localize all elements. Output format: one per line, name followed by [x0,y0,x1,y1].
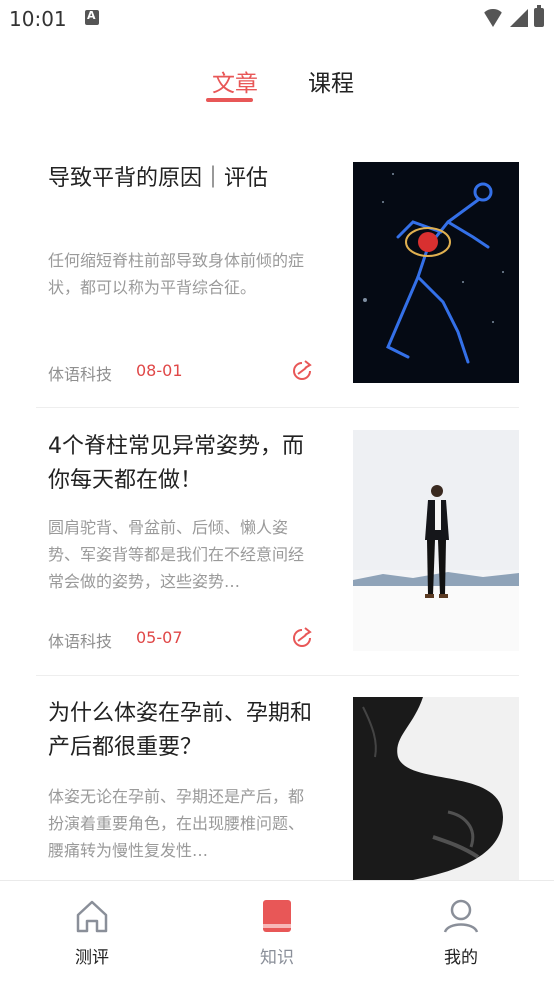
status-bar: 10:01 [0,0,554,38]
article-source: 体语科技 [48,365,113,384]
battery-icon [534,5,544,27]
article-thumbnail [353,430,519,651]
active-tab-indicator [206,98,253,102]
article-title: 4个脊柱常见异常姿势，而你每天都在做！ [48,434,304,493]
nav-label: 知识 [260,948,294,968]
tab-courses[interactable]: 课程 [308,64,354,98]
article-title: 导致平背的原因｜评估 [48,166,269,191]
status-time: 10:01 [9,7,67,31]
content-tabs: 文章 课程 [0,64,554,108]
skeleton-figure-image [353,162,519,383]
article-card[interactable]: 导致平背的原因｜评估 任何缩短脊柱前部导致身体前倾的症状，都可以称为平背综合征。… [36,162,519,408]
bottom-navigation: 测评 知识 我的 [0,880,554,985]
tab-articles[interactable]: 文章 [212,64,258,98]
share-icon[interactable] [290,626,314,650]
article-card[interactable]: 为什么体姿在孕前、孕期和产后都很重要？ 体姿无论在孕前、孕期还是产后，都扮演着重… [36,697,519,880]
article-thumbnail [353,697,519,880]
nav-item-knowledge[interactable]: 知识 [217,881,337,985]
home-icon [76,900,108,933]
nav-label: 测评 [75,948,109,968]
article-date: 08-01 [136,361,183,380]
nav-item-mine[interactable]: 我的 [401,881,521,985]
article-source: 体语科技 [48,632,113,651]
nav-label: 我的 [444,948,478,968]
nav-item-evaluation[interactable]: 测评 [32,881,152,985]
cell-signal-icon [510,9,528,27]
article-date: 05-07 [136,628,183,647]
article-summary: 体姿无论在孕前、孕期还是产后，都扮演着重要角色，在出现腰椎问题、腰痛转为慢性复发… [48,787,305,860]
article-summary: 任何缩短脊柱前部导致身体前倾的症状，都可以称为平背综合征。 [48,251,305,297]
notification-a-icon [85,9,99,25]
wifi-icon [482,9,504,27]
article-thumbnail [353,162,519,383]
person-icon [443,899,479,933]
article-card[interactable]: 4个脊柱常见异常姿势，而你每天都在做！ 圆肩驼背、骨盆前、后倾、懒人姿势、军姿背… [36,430,519,676]
article-title: 为什么体姿在孕前、孕期和产后都很重要？ [48,701,313,760]
share-icon[interactable] [290,359,314,383]
status-icons [482,5,544,27]
pregnant-silhouette-image [353,697,519,880]
man-landscape-image [353,430,519,651]
book-icon [263,900,291,932]
article-summary: 圆肩驼背、骨盆前、后倾、懒人姿势、军姿背等都是我们在不经意间经常会做的姿势，这些… [48,518,305,591]
